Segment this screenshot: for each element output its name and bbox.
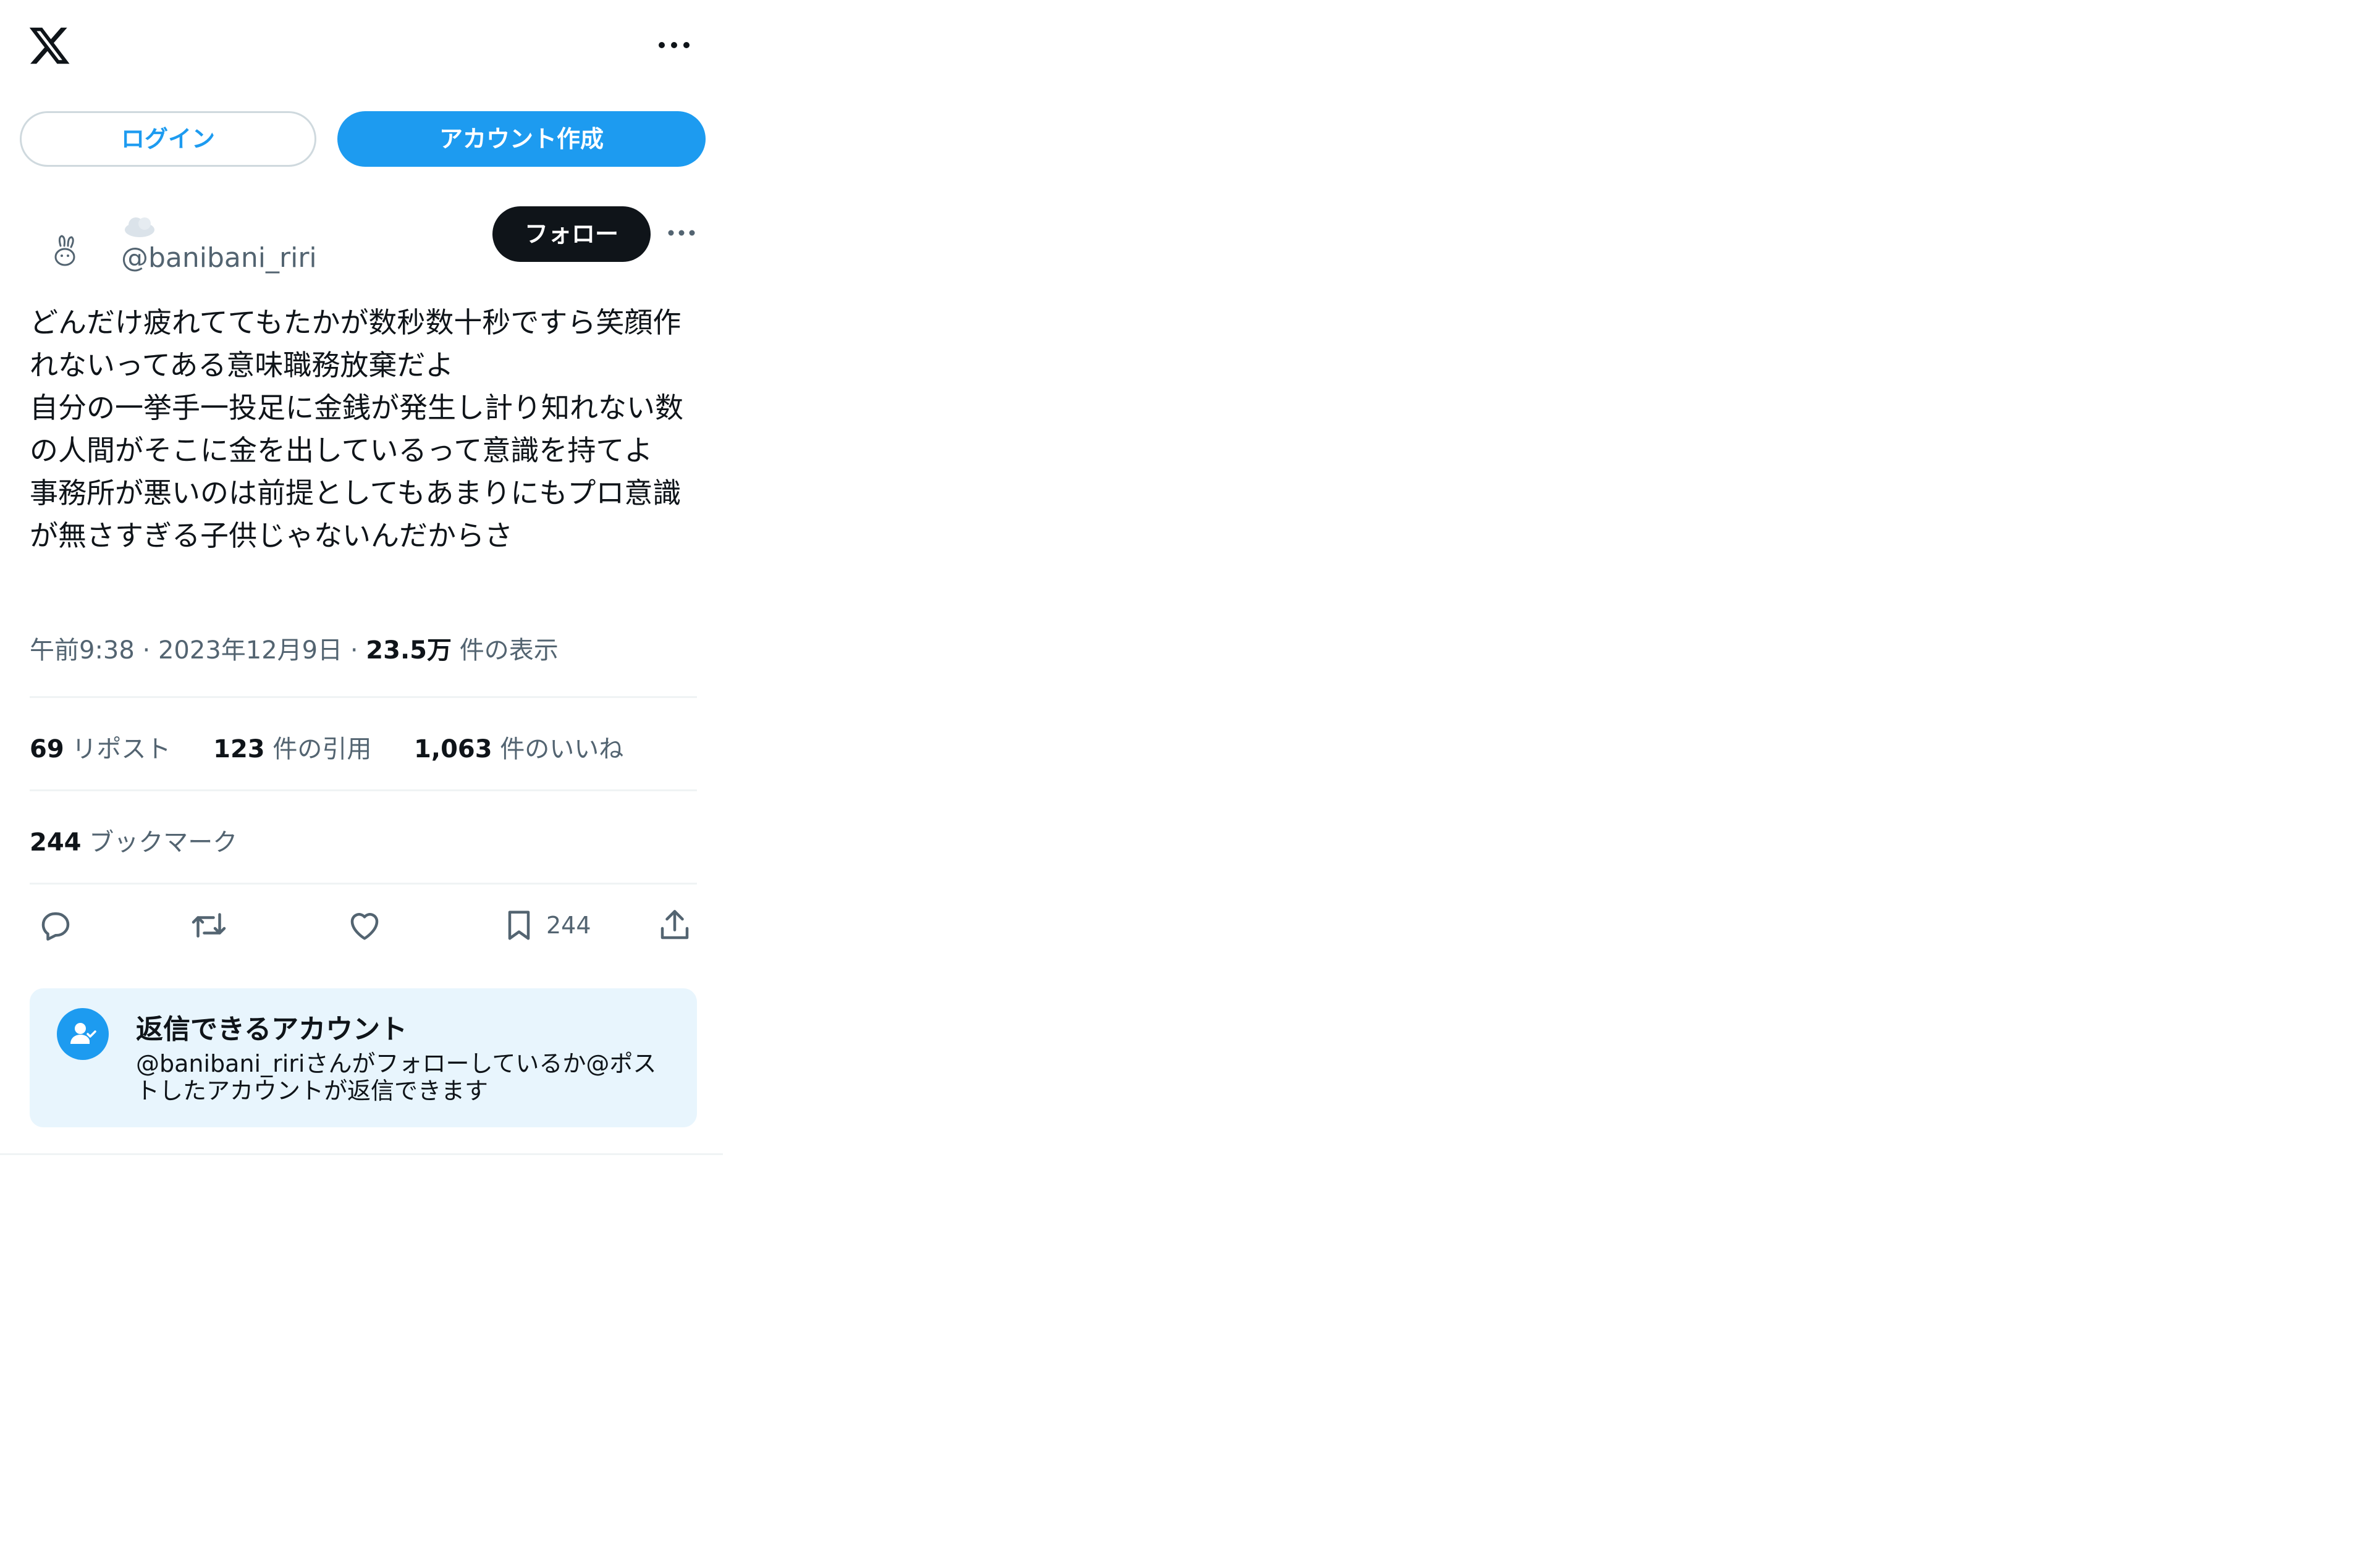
reposts-stat[interactable]: 69 リポスト xyxy=(30,729,171,765)
bookmarks-stat: 244 ブックマーク xyxy=(30,822,237,858)
divider xyxy=(30,883,697,885)
login-button[interactable]: ログイン xyxy=(20,111,316,167)
reposts-count: 69 xyxy=(30,735,64,763)
rabbit-avatar-icon xyxy=(54,235,75,266)
quotes-stat[interactable]: 123 件の引用 xyxy=(213,729,371,765)
user-check-icon xyxy=(57,1008,109,1060)
auth-buttons: ログイン アカウント作成 xyxy=(0,111,723,168)
tweet-meta: 午前9:38 · 2023年12月9日 · 23.5万 件の表示 xyxy=(30,630,559,666)
bookmarks-label: ブックマーク xyxy=(89,828,238,857)
author-handle[interactable]: @banibani_riri xyxy=(121,242,317,274)
signup-button[interactable]: アカウント作成 xyxy=(337,111,706,167)
likes-count: 1,063 xyxy=(414,735,492,763)
meta-separator: · xyxy=(142,636,151,665)
views-label: 件の表示 xyxy=(459,636,559,665)
more-horizontal-icon[interactable] xyxy=(657,36,691,54)
repost-icon xyxy=(192,913,226,938)
share-button[interactable] xyxy=(656,901,693,950)
tweet-text: どんだけ疲れててもたかが数秒数十秒ですら笑顔作れないってある意味職務放棄だよ 自… xyxy=(30,306,683,552)
like-button[interactable] xyxy=(346,901,383,950)
author-row: @banibani_riri フォロー xyxy=(0,204,723,290)
cloud-emoji-icon xyxy=(121,211,158,241)
reply-button[interactable] xyxy=(37,901,74,950)
divider xyxy=(30,789,697,791)
likes-label: 件のいいね xyxy=(500,735,624,763)
tweet-page: ログイン アカウント作成 @banibani_riri フォロー どんだけ疲れて… xyxy=(0,0,723,1155)
tweet-date[interactable]: 2023年12月9日 xyxy=(158,636,342,665)
x-logo-icon[interactable] xyxy=(27,23,72,68)
bookmarks-count: 244 xyxy=(30,828,82,857)
repost-button[interactable] xyxy=(190,901,227,950)
bookmark-icon xyxy=(508,910,530,940)
action-bar: 244 xyxy=(0,901,723,950)
reply-restriction-description: @banibani_ririさんがフォローしているか@ポストしたアカウントが返信… xyxy=(136,1050,657,1104)
reposts-label: リポスト xyxy=(72,735,171,763)
meta-separator: · xyxy=(350,636,358,665)
follow-button[interactable]: フォロー xyxy=(492,206,651,262)
bookmark-button[interactable]: 244 xyxy=(500,901,591,950)
heart-icon xyxy=(350,913,379,940)
quotes-count: 123 xyxy=(213,735,265,763)
reply-restriction-notice: 返信できるアカウント @banibani_ririさんがフォローしているか@ポス… xyxy=(30,988,697,1127)
divider xyxy=(30,696,697,698)
views-count: 23.5万 xyxy=(366,636,452,665)
quotes-label: 件の引用 xyxy=(272,735,372,763)
tweet-time[interactable]: 午前9:38 xyxy=(30,636,135,665)
top-bar xyxy=(0,0,723,93)
likes-stat[interactable]: 1,063 件のいいね xyxy=(414,729,623,765)
engagement-stats: 69 リポスト 123 件の引用 1,063 件のいいね xyxy=(30,729,658,765)
bookmark-count: 244 xyxy=(546,912,591,939)
bookmark-stats: 244 ブックマーク xyxy=(30,822,272,858)
more-horizontal-icon[interactable] xyxy=(667,225,696,241)
reply-icon xyxy=(41,912,70,941)
share-icon xyxy=(660,910,689,940)
reply-restriction-title: 返信できるアカウント xyxy=(136,1014,408,1045)
avatar[interactable] xyxy=(30,219,101,290)
